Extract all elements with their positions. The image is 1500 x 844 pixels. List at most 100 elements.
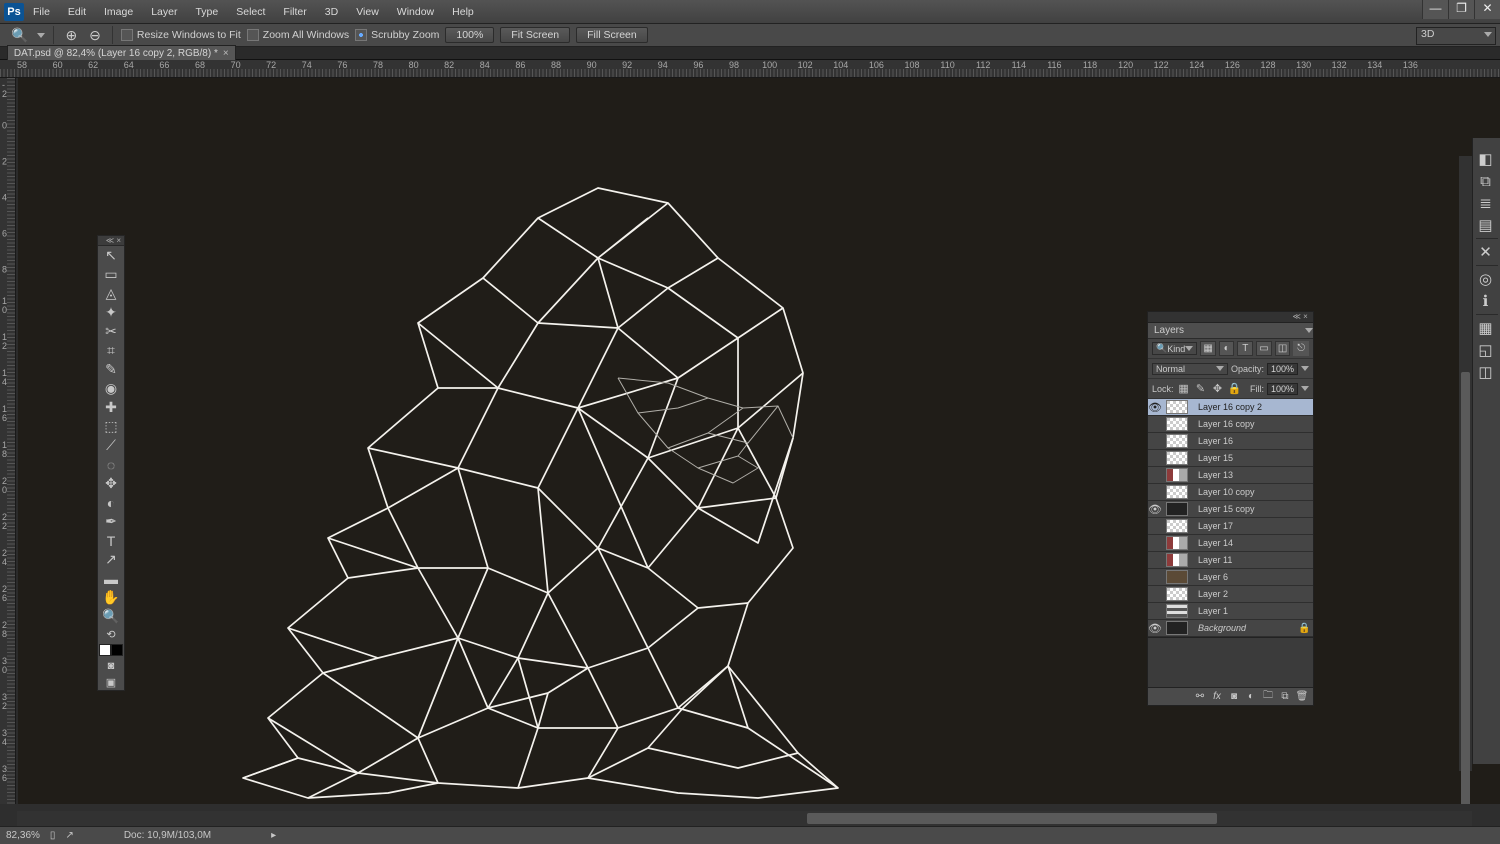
tool-13[interactable]: ◐ [98, 493, 124, 512]
layer-thumbnail[interactable] [1166, 604, 1188, 618]
tool-18[interactable]: ✋ [98, 588, 124, 607]
fit-screen-button[interactable]: Fit Screen [500, 27, 570, 43]
dock-icon-7[interactable]: ▦ [1476, 317, 1496, 339]
workspace-switcher[interactable]: 3D [1416, 27, 1496, 45]
layer-row[interactable]: 👁 Layer 16 copy 2 [1148, 399, 1313, 416]
layer-thumbnail[interactable] [1166, 468, 1188, 482]
screen-mode-icon[interactable]: ▣ [98, 674, 124, 690]
layer-row[interactable]: Layer 16 copy [1148, 416, 1313, 433]
tool-10[interactable]: ⟋ [98, 436, 124, 455]
lock-pixels-icon[interactable]: ✎ [1194, 382, 1208, 396]
scrollbar-thumb[interactable] [807, 813, 1217, 824]
tool-12[interactable]: ✥ [98, 474, 124, 493]
layer-thumbnail[interactable] [1166, 570, 1188, 584]
dock-icon-5[interactable]: ◎ [1476, 268, 1496, 290]
layer-thumbnail[interactable] [1166, 553, 1188, 567]
layer-name[interactable]: Layer 14 [1196, 538, 1298, 548]
opacity-value[interactable]: 100% [1267, 363, 1298, 375]
close-button[interactable]: ✕ [1474, 0, 1500, 19]
tool-0[interactable]: ↖ [98, 246, 124, 265]
layer-thumbnail[interactable] [1166, 400, 1188, 414]
visibility-toggle-icon[interactable]: 👁 [1148, 622, 1161, 635]
layer-row[interactable]: 👁Layer 15 copy [1148, 501, 1313, 518]
zoom-100-button[interactable]: 100% [445, 27, 494, 43]
layer-row[interactable]: Layer 1 [1148, 603, 1313, 620]
quick-mask-icon[interactable]: ◙ [98, 658, 124, 674]
scrollbar-thumb[interactable] [1461, 372, 1470, 804]
tool-8[interactable]: ✚ [98, 398, 124, 417]
layer-row[interactable]: Layer 15 [1148, 450, 1313, 467]
lock-transparency-icon[interactable]: ▦ [1177, 382, 1191, 396]
layer-row[interactable]: Layer 17 [1148, 518, 1313, 535]
menu-edit[interactable]: Edit [59, 6, 95, 18]
tool-9[interactable]: ⬚ [98, 417, 124, 436]
layer-row[interactable]: Layer 2 [1148, 586, 1313, 603]
dock-icon-8[interactable]: ◱ [1476, 339, 1496, 361]
zoom-in-icon[interactable]: ⊕ [62, 27, 80, 44]
background-color[interactable] [111, 644, 123, 656]
layer-name[interactable]: Layer 2 [1196, 589, 1298, 599]
tool-17[interactable]: ▬ [98, 569, 124, 588]
blend-mode-select[interactable]: Normal [1152, 363, 1228, 375]
lock-position-icon[interactable]: ✥ [1211, 382, 1225, 396]
restore-button[interactable]: ❐ [1448, 0, 1474, 19]
filter-shape-icon[interactable]: ▭ [1256, 341, 1272, 356]
dock-icon-4[interactable]: ✕ [1476, 241, 1496, 263]
tool-6[interactable]: ✎ [98, 360, 124, 379]
layer-group-icon[interactable]: 🗀 [1261, 690, 1275, 703]
menu-layer[interactable]: Layer [142, 6, 186, 18]
link-layers-icon[interactable]: ⚯ [1193, 690, 1207, 703]
layer-row[interactable]: Layer 11 [1148, 552, 1313, 569]
tool-7[interactable]: ◉ [98, 379, 124, 398]
filter-type-icon[interactable]: T [1237, 341, 1253, 356]
filter-smart-icon[interactable]: ◫ [1275, 341, 1291, 356]
layers-panel[interactable]: ≪ × Layers 🔍 Kind ▦ ◐ T ▭ ◫ ⎋ Normal Opa… [1147, 311, 1314, 706]
layers-tab[interactable]: Layers [1148, 323, 1313, 339]
dock-icon-0[interactable]: ◧ [1476, 148, 1496, 170]
tool-19[interactable]: 🔍 [98, 607, 124, 626]
layer-name[interactable]: Layer 16 copy [1196, 419, 1298, 429]
layer-thumbnail[interactable] [1166, 519, 1188, 533]
dock-icon-6[interactable]: ℹ [1476, 290, 1496, 312]
dock-icon-1[interactable]: ⧉ [1476, 170, 1496, 192]
menu-image[interactable]: Image [95, 6, 142, 18]
nav-button-right[interactable]: ↗ [65, 830, 73, 841]
adjustment-layer-icon[interactable]: ◐ [1244, 690, 1258, 703]
layer-thumbnail[interactable] [1166, 536, 1188, 550]
layer-name[interactable]: Background [1196, 623, 1298, 633]
layer-name[interactable]: Layer 6 [1196, 572, 1298, 582]
layer-thumbnail[interactable] [1166, 451, 1188, 465]
tool-2[interactable]: ◬ [98, 284, 124, 303]
fill-dropdown-icon[interactable] [1301, 386, 1309, 391]
menu-select[interactable]: Select [227, 6, 274, 18]
tool-5[interactable]: ⌗ [98, 341, 124, 360]
layer-mask-icon[interactable]: ◙ [1227, 690, 1241, 703]
zoom-level[interactable]: 82,36% [6, 830, 40, 841]
dock-icon-3[interactable]: ▤ [1476, 214, 1496, 236]
layer-name[interactable]: Layer 17 [1196, 521, 1298, 531]
filter-adjust-icon[interactable]: ◐ [1219, 341, 1235, 356]
fill-screen-button[interactable]: Fill Screen [576, 27, 648, 43]
layer-name[interactable]: Layer 11 [1196, 555, 1298, 565]
tool-3[interactable]: ✦ [98, 303, 124, 322]
layer-name[interactable]: Layer 15 copy [1196, 504, 1298, 514]
layer-name[interactable]: Layer 10 copy [1196, 487, 1298, 497]
layer-name[interactable]: Layer 16 copy 2 [1196, 402, 1298, 412]
tool-16[interactable]: ↗ [98, 550, 124, 569]
horizontal-scrollbar[interactable] [17, 811, 1472, 826]
tool-11[interactable]: ◌ [98, 455, 124, 474]
swap-colors-icon[interactable]: ⟲ [98, 626, 124, 642]
dock-icon-2[interactable]: ≣ [1476, 192, 1496, 214]
menu-type[interactable]: Type [186, 6, 227, 18]
layer-row[interactable]: Layer 16 [1148, 433, 1313, 450]
tool-14[interactable]: ✒ [98, 512, 124, 531]
layer-name[interactable]: Layer 16 [1196, 436, 1298, 446]
menu-3d[interactable]: 3D [316, 6, 347, 18]
tool-1[interactable]: ▭ [98, 265, 124, 284]
layer-row[interactable]: Layer 14 [1148, 535, 1313, 552]
layer-row[interactable]: Layer 6 [1148, 569, 1313, 586]
tool-4[interactable]: ✂ [98, 322, 124, 341]
visibility-toggle-icon[interactable]: 👁 [1148, 401, 1161, 414]
panel-menu-icon[interactable] [1305, 328, 1313, 333]
tools-panel-header[interactable]: ≪ × [98, 236, 124, 246]
